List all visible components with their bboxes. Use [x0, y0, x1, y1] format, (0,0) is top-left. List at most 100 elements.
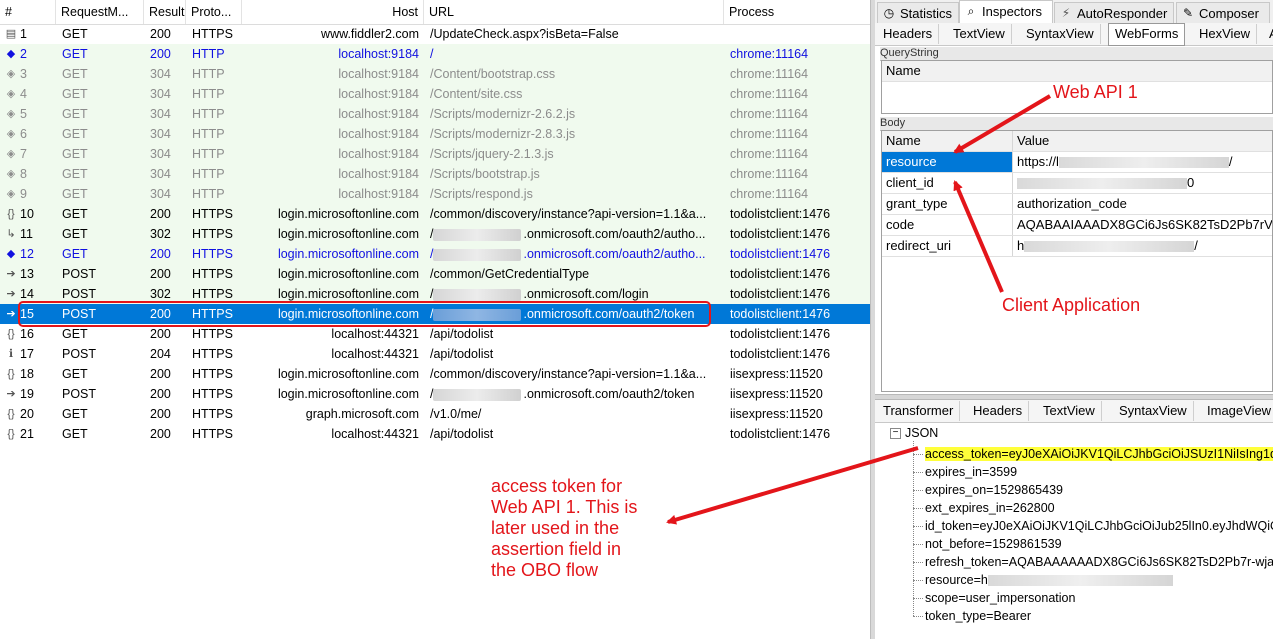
json-item[interactable]: id_token=eyJ0eXAiOiJKV1QiLCJhbGciOiJub25… [925, 517, 1273, 535]
session-row[interactable]: ℹ 17 POST 204 HTTPS localhost:44321/api/todol… [0, 344, 870, 364]
json-item-text: id_token=eyJ0eXAiOiJKV1QiLCJhbGciOiJub25… [925, 519, 1273, 533]
row-host: login.microsoftonline.com [277, 367, 419, 381]
diamond-icon: ◈ [6, 188, 16, 200]
stopwatch-icon: ◷ [883, 6, 895, 20]
json-root-node[interactable]: JSON [905, 424, 938, 442]
session-row[interactable]: ◈ 5 GET 304 HTTP localhost:9184/Scripts/moder… [0, 104, 870, 124]
body-row-value: h / [1014, 236, 1272, 256]
row-process: chrome:11164 [730, 47, 809, 61]
column-header-url[interactable]: URL [424, 0, 724, 24]
main-tab-bar: ◷ Statistics ⌕ Inspectors ⚡ AutoResponder ✎… [875, 0, 1273, 24]
column-header-process[interactable]: Process [724, 0, 870, 24]
json-item[interactable]: expires_on=1529865439 [925, 481, 1063, 499]
row-number: 1 [20, 27, 27, 41]
row-number: 13 [20, 267, 34, 281]
row-result: 304 [150, 87, 171, 101]
body-row[interactable]: redirect_uri h / [882, 236, 1272, 257]
row-method: GET [62, 407, 88, 421]
body-value-header[interactable]: Value [1014, 131, 1272, 151]
row-url-text: /api/todolist [430, 327, 494, 341]
body-name-header[interactable]: Name [882, 131, 1013, 151]
row-method: GET [62, 367, 88, 381]
collapse-icon[interactable]: − [890, 428, 901, 439]
body-row[interactable]: code AQABAAIAAADX8GCi6Js6SK82TsD2Pb7rVI [882, 215, 1272, 236]
row-process: chrome:11164 [730, 127, 809, 141]
session-row[interactable]: ➔ 13 POST 200 HTTPS login.microsoftonline.com… [0, 264, 870, 284]
row-result: 304 [150, 187, 171, 201]
tab-inspectors[interactable]: ⌕ Inspectors [959, 0, 1053, 24]
request-tab-webforms[interactable]: WebForms [1108, 23, 1186, 46]
session-row[interactable]: ◆ 2 GET 200 HTTP localhost:9184 / chrome:11164 [0, 44, 870, 64]
json-item-text: ext_expires_in=262800 [925, 501, 1055, 515]
response-tab-imageview[interactable]: ImageView [1201, 401, 1273, 421]
session-row[interactable]: {} 18 GET 200 HTTPS login.microsoftonline.com… [0, 364, 870, 384]
json-item[interactable]: refresh_token=AQABAAAAAADX8GCi6Js6SK82Ts… [925, 553, 1273, 571]
column-header-host[interactable]: Host [242, 0, 424, 24]
session-list: # RequestM... Result Proto... Host URL P… [0, 0, 870, 639]
body-row-name: client_id [882, 173, 1013, 193]
row-method: GET [62, 47, 88, 61]
session-row[interactable]: ▤ 1 GET 200 HTTPS www.fiddler2.com/UpdateChec… [0, 24, 870, 44]
row-result: 304 [150, 67, 171, 81]
row-result: 200 [150, 387, 171, 401]
row-method: GET [62, 167, 88, 181]
body-row[interactable]: resource https://l / [882, 152, 1272, 173]
body-row[interactable]: grant_type authorization_code [882, 194, 1272, 215]
json-item[interactable]: expires_in=3599 [925, 463, 1017, 481]
session-row[interactable]: ➔ 19 POST 200 HTTPS login.microsoftonline.com… [0, 384, 870, 404]
body-grid: Name Value resource https://l / client_id 0 g… [881, 130, 1273, 392]
response-tab-headers[interactable]: Headers [967, 401, 1030, 421]
session-row[interactable]: ◈ 3 GET 304 HTTP localhost:9184/Content/boots… [0, 64, 870, 84]
row-process: todolistclient:1476 [730, 227, 831, 241]
redacted-value-blur [1024, 241, 1195, 253]
column-header-number[interactable]: # [0, 0, 56, 24]
row-url: / .onmicrosoft.com/oauth2/token [430, 304, 720, 324]
json-item[interactable]: not_before=1529861539 [925, 535, 1062, 553]
request-tab-hexview[interactable]: HexView [1193, 24, 1258, 44]
response-tab-syntaxview[interactable]: SyntaxView [1113, 401, 1194, 421]
row-process: chrome:11164 [730, 87, 809, 101]
session-row[interactable]: ◈ 6 GET 304 HTTP localhost:9184/Scripts/moder… [0, 124, 870, 144]
json-item[interactable]: scope=user_impersonation [925, 589, 1075, 607]
row-result: 200 [150, 47, 171, 61]
session-row[interactable]: ◈ 7 GET 304 HTTP localhost:9184/Scripts/jquer… [0, 144, 870, 164]
tab-autoresponder[interactable]: ⚡ AutoResponder [1054, 2, 1174, 23]
tab-statistics[interactable]: ◷ Statistics [877, 2, 959, 23]
body-row-name: redirect_uri [882, 236, 1013, 256]
column-header-protocol[interactable]: Proto... [186, 0, 242, 24]
session-row[interactable]: {} 21 GET 200 HTTPS localhost:44321/api/todol… [0, 424, 870, 444]
row-host: login.microsoftonline.com [277, 207, 419, 221]
body-rows: resource https://l / client_id 0 grant_type au… [882, 152, 1272, 257]
row-number: 10 [20, 207, 34, 221]
session-row[interactable]: ◈ 9 GET 304 HTTP localhost:9184/Scripts/respo… [0, 184, 870, 204]
tab-composer[interactable]: ✎ Composer [1176, 2, 1270, 23]
session-row[interactable]: ➔ 15 POST 200 HTTPS login.microsoftonline.com… [0, 304, 870, 324]
response-tab-transformer[interactable]: Transformer [877, 401, 961, 421]
row-method: GET [62, 127, 88, 141]
response-tab-textview[interactable]: TextView [1037, 401, 1102, 421]
json-item[interactable]: token_type=Bearer [925, 607, 1031, 625]
json-item[interactable]: resource=h [925, 571, 1173, 589]
session-row[interactable]: {} 20 GET 200 HTTPS graph.microsoft.com/v1.0/… [0, 404, 870, 424]
session-row[interactable]: {} 16 GET 200 HTTPS localhost:44321/api/todol… [0, 324, 870, 344]
session-row[interactable]: ➔ 14 POST 302 HTTPS login.microsoftonline.com… [0, 284, 870, 304]
column-header-method[interactable]: RequestM... [56, 0, 144, 24]
body-row[interactable]: client_id 0 [882, 173, 1272, 194]
redacted-tenant-blur [433, 288, 522, 301]
column-header-result[interactable]: Result [144, 0, 186, 24]
json-item[interactable]: access_token=eyJ0eXAiOiJKV1QiLCJhbGciOiJ… [925, 445, 1273, 463]
session-row[interactable]: ◈ 4 GET 304 HTTP localhost:9184/Content/site.… [0, 84, 870, 104]
request-tab-headers[interactable]: Headers [877, 24, 940, 44]
row-host: localhost:9184 [338, 47, 419, 61]
json-item[interactable]: ext_expires_in=262800 [925, 499, 1055, 517]
session-row[interactable]: ◆ 12 GET 200 HTTPS login.microsoftonline.com /… [0, 244, 870, 264]
session-row[interactable]: ◈ 8 GET 304 HTTP localhost:9184/Scripts/boots… [0, 164, 870, 184]
request-tab-auth[interactable]: A [1263, 24, 1273, 44]
session-row[interactable]: {} 10 GET 200 HTTPS login.microsoftonline.com… [0, 204, 870, 224]
session-row[interactable]: ↳ 11 GET 302 HTTPS login.microsoftonline.com /… [0, 224, 870, 244]
querystring-name-header[interactable]: Name [882, 61, 1262, 81]
request-tab-textview[interactable]: TextView [947, 24, 1012, 44]
row-process: iisexpress:11520 [730, 387, 823, 401]
request-tab-syntaxview[interactable]: SyntaxView [1020, 24, 1101, 44]
row-method: GET [62, 187, 88, 201]
